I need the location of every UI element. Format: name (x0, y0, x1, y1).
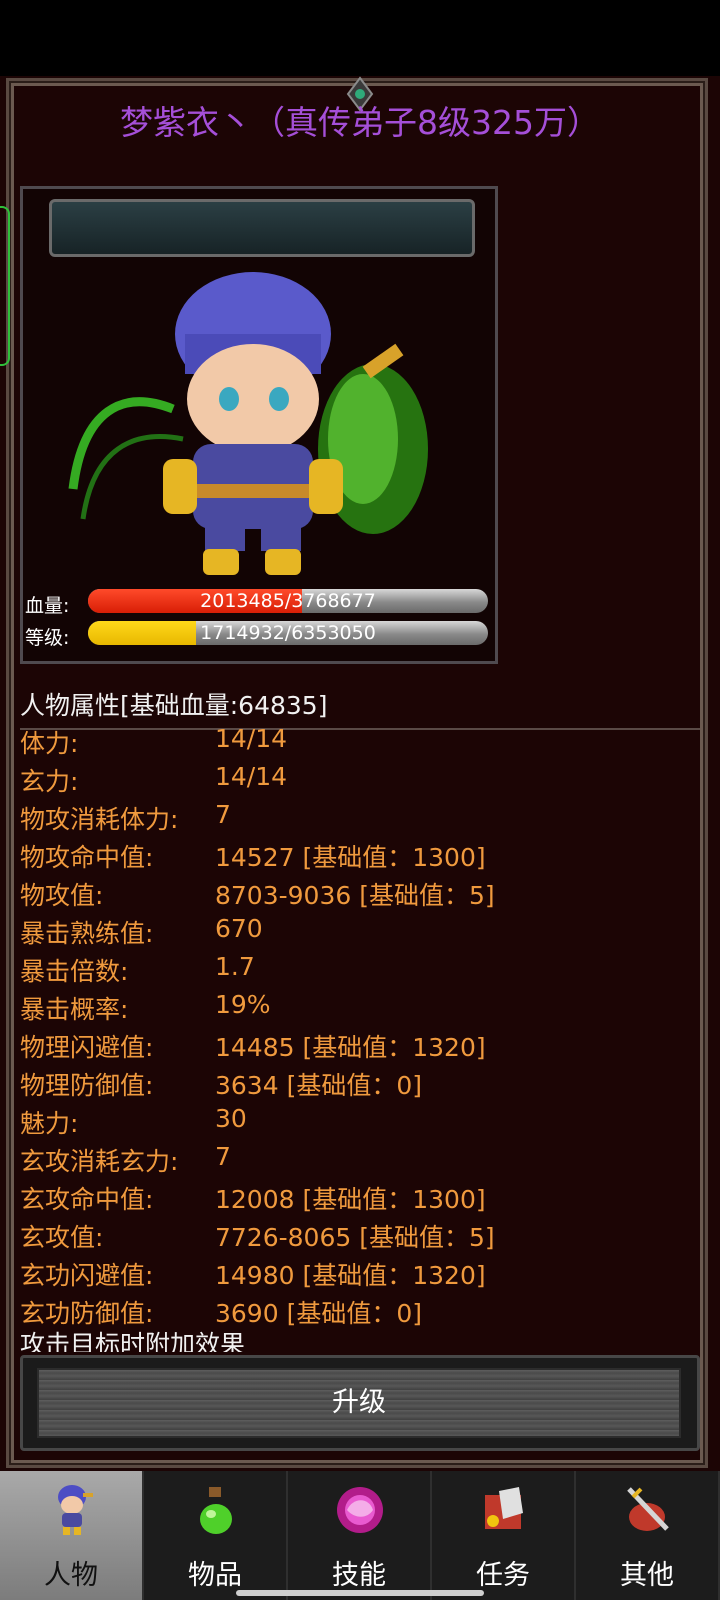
upgrade-button-frame: 升级 (20, 1355, 700, 1451)
attribute-row: 魅力: 30 (20, 1104, 700, 1142)
attribute-name: 暴击熟练值: (20, 919, 154, 948)
attack-effect-header: 攻击目标时附加效果 (20, 1330, 246, 1352)
attribute-value: 8703-9036 [基础值：5] (215, 881, 495, 910)
skill-orb-icon (337, 1487, 383, 1533)
attribute-row: 物攻值: 8703-9036 [基础值：5] (20, 876, 700, 914)
attribute-value: 19% (215, 990, 271, 1019)
attribute-row: 暴击倍数: 1.7 (20, 952, 700, 990)
attribute-row: 玄攻命中值: 12008 [基础值：1300] (20, 1180, 700, 1218)
attribute-value: 12008 [基础值：1300] (215, 1185, 486, 1214)
status-bar (0, 0, 720, 76)
attribute-name: 物理防御值: (20, 1071, 154, 1100)
attribute-value: 670 (215, 914, 263, 943)
attribute-name: 物攻值: (20, 881, 104, 910)
attribute-name: 玄功防御值: (20, 1299, 154, 1328)
attribute-name: 玄攻命中值: (20, 1185, 154, 1214)
tab-quests-label: 任务 (476, 1560, 530, 1591)
attributes-list: 体力: 14/14 玄力: 14/14 物攻消耗体力: 7 物攻命中值: 14527 [基础值… (20, 724, 700, 1332)
attribute-name: 玄力: (20, 767, 79, 796)
attribute-row: 体力: 14/14 (20, 724, 700, 762)
attribute-value: 14485 [基础值：1320] (215, 1033, 486, 1062)
quest-icon (485, 1487, 523, 1529)
tab-skills-label: 技能 (332, 1560, 386, 1591)
tab-character-label: 人物 (44, 1560, 98, 1591)
attribute-name: 物理闪避值: (20, 1033, 154, 1062)
potion-icon (200, 1487, 232, 1534)
attribute-row: 暴击概率: 19% (20, 990, 700, 1028)
hp-bar: 2013485/3768677 (88, 589, 488, 613)
attribute-name: 玄攻值: (20, 1223, 104, 1252)
attribute-value: 14980 [基础值：1320] (215, 1261, 486, 1290)
hp-value: 2013485/3768677 (200, 590, 376, 612)
attribute-row: 物理闪避值: 14485 [基础值：1320] (20, 1028, 700, 1066)
attribute-row: 玄攻消耗玄力: 7 (20, 1142, 700, 1180)
character-avatar (68, 272, 428, 575)
character-title: 梦紫衣丶（真传弟子8级325万） (120, 103, 600, 142)
sword-shield-icon (627, 1487, 669, 1531)
portrait-name-plate (49, 199, 475, 257)
attribute-value: 30 (215, 1104, 247, 1133)
attribute-row: 玄力: 14/14 (20, 762, 700, 800)
attribute-row: 玄攻值: 7726-8065 [基础值：5] (20, 1218, 700, 1256)
attribute-value: 7 (215, 800, 231, 829)
attribute-name: 玄功闪避值: (20, 1261, 154, 1290)
character-icon (58, 1485, 93, 1535)
tab-items-label: 物品 (188, 1560, 242, 1591)
attribute-value: 1.7 (215, 952, 255, 981)
exp-value: 1714932/6353050 (200, 622, 376, 644)
tab-quests[interactable]: 任务 (432, 1471, 576, 1600)
home-indicator[interactable] (236, 1590, 484, 1596)
tab-character[interactable]: 人物 (0, 1471, 144, 1600)
attribute-name: 体力: (20, 729, 79, 758)
hp-label: 血量: (25, 595, 70, 617)
attribute-row: 物攻消耗体力: 7 (20, 800, 700, 838)
attribute-name: 暴击倍数: (20, 957, 129, 986)
attribute-name: 玄攻消耗玄力: (20, 1147, 179, 1176)
side-drawer-handle[interactable] (0, 206, 10, 366)
tab-other-label: 其他 (620, 1560, 674, 1591)
attribute-row: 暴击熟练值: 670 (20, 914, 700, 952)
attribute-row: 玄功闪避值: 14980 [基础值：1320] (20, 1256, 700, 1294)
attribute-value: 14527 [基础值：1300] (215, 843, 486, 872)
attribute-name: 魅力: (20, 1109, 79, 1138)
attribute-value: 3634 [基础值：0] (215, 1071, 422, 1100)
attribute-value: 14/14 (215, 724, 288, 753)
tab-items[interactable]: 物品 (144, 1471, 288, 1600)
attribute-name: 物攻命中值: (20, 843, 154, 872)
exp-bar: 1714932/6353050 (88, 621, 488, 645)
bottom-tab-bar: 人物 物品 技能 任务 其他 (0, 1471, 720, 1600)
attribute-value: 7726-8065 [基础值：5] (215, 1223, 495, 1252)
attribute-name: 暴击概率: (20, 995, 129, 1024)
upgrade-button[interactable]: 升级 (37, 1368, 681, 1438)
tab-skills[interactable]: 技能 (288, 1471, 432, 1600)
attribute-value: 7 (215, 1142, 231, 1171)
tab-other[interactable]: 其他 (576, 1471, 720, 1600)
level-label: 等级: (25, 627, 70, 649)
character-portrait-panel: 血量: 2013485/3768677 等级: 1714932/6353050 (20, 186, 498, 664)
attribute-value: 14/14 (215, 762, 288, 791)
attribute-row: 物攻命中值: 14527 [基础值：1300] (20, 838, 700, 876)
attribute-value: 3690 [基础值：0] (215, 1299, 422, 1328)
attribute-row: 物理防御值: 3634 [基础值：0] (20, 1066, 700, 1104)
attribute-name: 物攻消耗体力: (20, 805, 179, 834)
